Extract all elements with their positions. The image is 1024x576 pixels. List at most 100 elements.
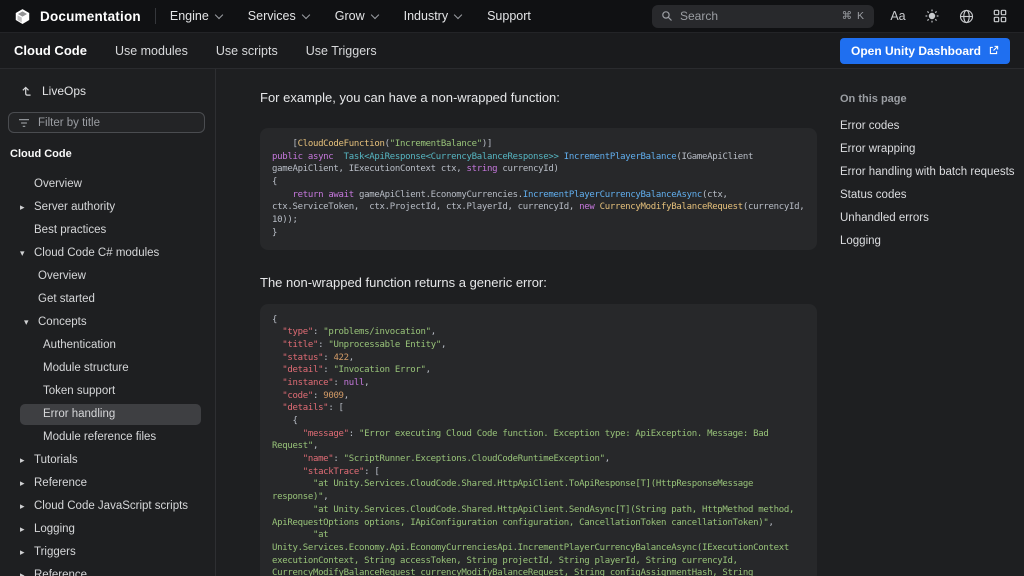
sidebar-item-overview[interactable]: Overview bbox=[0, 265, 215, 288]
code-line: } bbox=[272, 227, 805, 240]
code-line: "detail": "Invocation Error", bbox=[272, 364, 805, 377]
code-line: response)", bbox=[272, 491, 805, 504]
chevron-expanded-icon[interactable]: ▾ bbox=[24, 311, 35, 334]
topnav-menu-label: Engine bbox=[170, 9, 209, 23]
sidebar-item-overview[interactable]: Overview bbox=[0, 173, 215, 196]
sidebar-back-liveops[interactable]: LiveOps bbox=[0, 81, 215, 101]
subnav-tab-use-triggers[interactable]: Use Triggers bbox=[306, 44, 377, 58]
code-line: "code": 9009, bbox=[272, 390, 805, 403]
sidebar-item-concepts[interactable]: ▾Concepts bbox=[0, 311, 215, 334]
main-content: For example, you can have a non-wrapped … bbox=[216, 69, 828, 576]
sidebar: LiveOps Filter by title Cloud Code Overv… bbox=[0, 69, 216, 576]
topnav-menu-grow[interactable]: Grow bbox=[335, 9, 378, 23]
level-up-icon bbox=[20, 85, 33, 98]
sidebar-item-label: Module structure bbox=[43, 362, 129, 374]
code-block-json[interactable]: { "type": "problems/invocation", "title"… bbox=[260, 304, 817, 576]
chevron-expanded-icon[interactable]: ▾ bbox=[20, 242, 31, 265]
code-block-csharp[interactable]: [CloudCodeFunction("IncrementBalance")]p… bbox=[260, 128, 817, 250]
code-line: CurrencyModifyBalanceRequest currencyMod… bbox=[272, 567, 805, 576]
sidebar-item-module-structure[interactable]: Module structure bbox=[0, 357, 215, 380]
filter-input[interactable]: Filter by title bbox=[8, 112, 205, 133]
top-navbar: Documentation Engine Services Grow Industry… bbox=[0, 0, 1024, 33]
sidebar-item-reference[interactable]: ▸Reference bbox=[0, 564, 215, 576]
sub-navbar: Cloud Code Use modules Use scripts Use Tri… bbox=[0, 33, 1024, 69]
toc-item-error-wrapping[interactable]: Error wrapping bbox=[838, 138, 1024, 161]
code-line: "at Unity.Services.CloudCode.Shared.Http… bbox=[272, 478, 805, 491]
chevron-collapsed-icon[interactable]: ▸ bbox=[20, 495, 31, 518]
search-placeholder: Search bbox=[680, 9, 835, 23]
code-line: "type": "problems/invocation", bbox=[272, 326, 805, 339]
sidebar-item-get-started[interactable]: Get started bbox=[0, 288, 215, 311]
sidebar-item-cloud-code-c-modules[interactable]: ▾Cloud Code C# modules bbox=[0, 242, 215, 265]
sidebar-item-tutorials[interactable]: ▸Tutorials bbox=[0, 449, 215, 472]
code-line: "stackTrace": [ bbox=[272, 466, 805, 479]
sidebar-item-label: Cloud Code JavaScript scripts bbox=[34, 500, 188, 512]
subnav-tab-use-scripts[interactable]: Use scripts bbox=[216, 44, 278, 58]
sidebar-item-label: Cloud Code C# modules bbox=[34, 247, 159, 259]
sidebar-item-best-practices[interactable]: Best practices bbox=[0, 219, 215, 242]
code-line: "name": "ScriptRunner.Exceptions.CloudCo… bbox=[272, 453, 805, 466]
sidebar-item-cloud-code-javascript-scripts[interactable]: ▸Cloud Code JavaScript scripts bbox=[0, 495, 215, 518]
subnav-tab-use-modules[interactable]: Use modules bbox=[115, 44, 188, 58]
chevron-down-icon bbox=[215, 10, 223, 18]
code-line: gameApiClient, IExecutionContext ctx, st… bbox=[272, 163, 805, 176]
sidebar-item-label: Reference bbox=[34, 569, 87, 576]
sidebar-section-title: Cloud Code bbox=[0, 148, 215, 160]
topnav-menu-support[interactable]: Support bbox=[487, 9, 531, 23]
chevron-down-icon bbox=[370, 10, 378, 18]
sidebar-item-module-reference-files[interactable]: Module reference files bbox=[0, 426, 215, 449]
chevron-collapsed-icon[interactable]: ▸ bbox=[20, 449, 31, 472]
code-line: ctx.ServiceToken, ctx.ProjectId, ctx.Pla… bbox=[272, 201, 805, 214]
sidebar-item-token-support[interactable]: Token support bbox=[0, 380, 215, 403]
sidebar-item-server-authority[interactable]: ▸Server authority bbox=[0, 196, 215, 219]
language-icon[interactable] bbox=[956, 6, 976, 26]
product-title[interactable]: Cloud Code bbox=[14, 43, 87, 58]
app-root: Documentation Engine Services Grow Industry… bbox=[0, 0, 1024, 576]
search-input[interactable]: Search ⌘ K bbox=[652, 5, 874, 28]
code-line: executionContext, String accessToken, St… bbox=[272, 555, 805, 568]
sidebar-item-error-handling[interactable]: Error handling bbox=[20, 404, 201, 425]
topnav-menu-label: Services bbox=[248, 9, 296, 23]
chevron-collapsed-icon[interactable]: ▸ bbox=[20, 564, 31, 576]
topnav-menus: Engine Services Grow Industry Support bbox=[170, 9, 531, 23]
chevron-collapsed-icon[interactable]: ▸ bbox=[20, 541, 31, 564]
sidebar-item-authentication[interactable]: Authentication bbox=[0, 334, 215, 357]
search-shortcut: ⌘ K bbox=[842, 10, 865, 22]
brand-title: Documentation bbox=[40, 9, 141, 24]
sidebar-item-label: Module reference files bbox=[43, 431, 156, 443]
toc-item-logging[interactable]: Logging bbox=[838, 230, 1024, 253]
sidebar-tree: Overview▸Server authorityBest practices▾… bbox=[0, 173, 215, 576]
open-dashboard-button[interactable]: Open Unity Dashboard bbox=[840, 38, 1010, 64]
sidebar-item-label: Logging bbox=[34, 523, 75, 535]
search-icon bbox=[661, 10, 673, 22]
toc-item-unhandled-errors[interactable]: Unhandled errors bbox=[838, 207, 1024, 230]
toc-item-status-codes[interactable]: Status codes bbox=[838, 184, 1024, 207]
brand[interactable]: Documentation bbox=[14, 8, 141, 25]
chevron-collapsed-icon[interactable]: ▸ bbox=[20, 196, 31, 219]
unity-logo-icon bbox=[14, 8, 31, 25]
divider bbox=[155, 8, 156, 24]
sidebar-item-logging[interactable]: ▸Logging bbox=[0, 518, 215, 541]
chevron-collapsed-icon[interactable]: ▸ bbox=[20, 518, 31, 541]
sidebar-item-reference[interactable]: ▸Reference bbox=[0, 472, 215, 495]
open-dashboard-label: Open Unity Dashboard bbox=[851, 44, 981, 58]
sidebar-item-label: Error handling bbox=[43, 408, 115, 420]
sidebar-item-label: Triggers bbox=[34, 546, 76, 558]
toc-item-error-codes[interactable]: Error codes bbox=[838, 115, 1024, 138]
topnav-menu-industry[interactable]: Industry bbox=[404, 9, 461, 23]
toc-item-error-handling-with-batch-requests[interactable]: Error handling with batch requests bbox=[838, 161, 1024, 184]
font-size-icon[interactable]: Aa bbox=[888, 6, 908, 26]
paragraph-1: For example, you can have a non-wrapped … bbox=[260, 90, 828, 105]
code-line: return await gameApiClient.EconomyCurren… bbox=[272, 189, 805, 202]
chevron-down-icon bbox=[454, 10, 462, 18]
external-link-icon bbox=[988, 45, 999, 56]
code-line: { bbox=[272, 415, 805, 428]
chevron-collapsed-icon[interactable]: ▸ bbox=[20, 472, 31, 495]
apps-icon[interactable] bbox=[990, 6, 1010, 26]
sidebar-item-triggers[interactable]: ▸Triggers bbox=[0, 541, 215, 564]
topnav-menu-services[interactable]: Services bbox=[248, 9, 309, 23]
theme-icon[interactable] bbox=[922, 6, 942, 26]
toc-list: Error codesError wrappingError handling … bbox=[838, 115, 1024, 253]
sidebar-item-label: Tutorials bbox=[34, 454, 78, 466]
topnav-menu-engine[interactable]: Engine bbox=[170, 9, 222, 23]
